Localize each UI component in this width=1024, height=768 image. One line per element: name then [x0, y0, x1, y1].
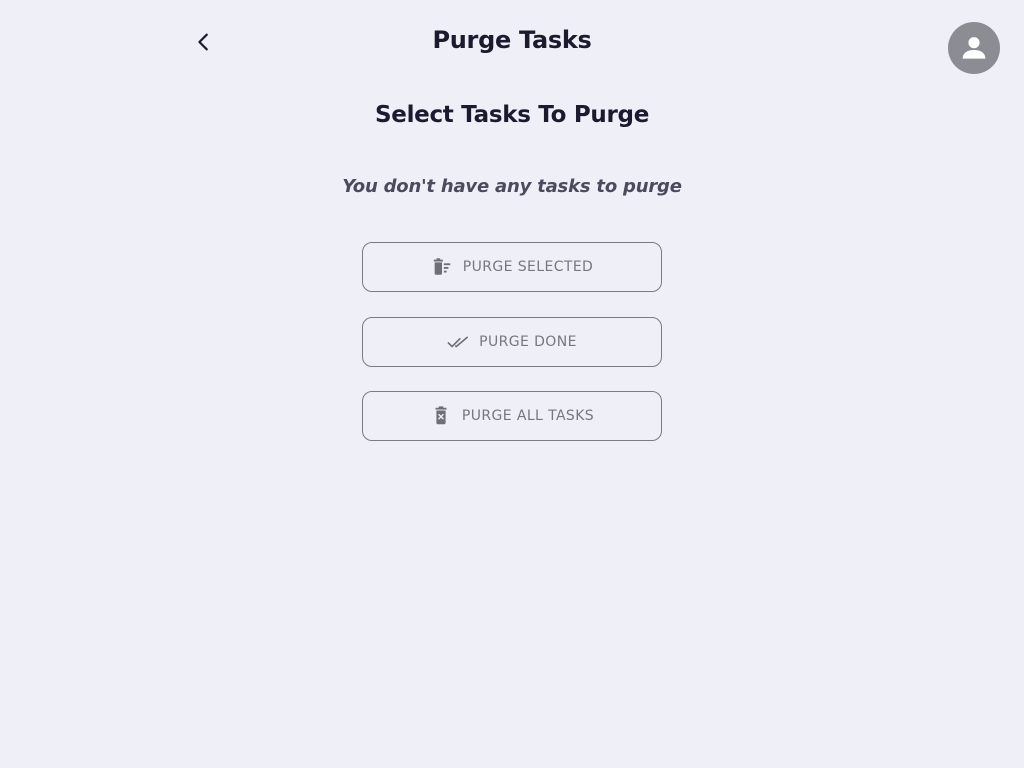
purge-all-tasks-button[interactable]: PURGE ALL TASKS	[362, 391, 662, 441]
section-title: Select Tasks To Purge	[375, 102, 649, 128]
avatar[interactable]	[948, 22, 1000, 74]
double-check-icon	[447, 331, 469, 353]
trash-list-icon	[431, 256, 453, 278]
purge-done-button[interactable]: PURGE DONE	[362, 317, 662, 367]
page-title: Purge Tasks	[432, 26, 592, 54]
purge-selected-button[interactable]: PURGE SELECTED	[362, 242, 662, 292]
empty-state-message: You don't have any tasks to purge	[342, 176, 682, 197]
purge-all-tasks-label: PURGE ALL TASKS	[461, 408, 595, 424]
person-icon	[962, 37, 986, 59]
purge-done-label: PURGE DONE	[479, 334, 577, 350]
trash-x-icon	[430, 405, 452, 427]
purge-selected-label: PURGE SELECTED	[462, 259, 594, 275]
